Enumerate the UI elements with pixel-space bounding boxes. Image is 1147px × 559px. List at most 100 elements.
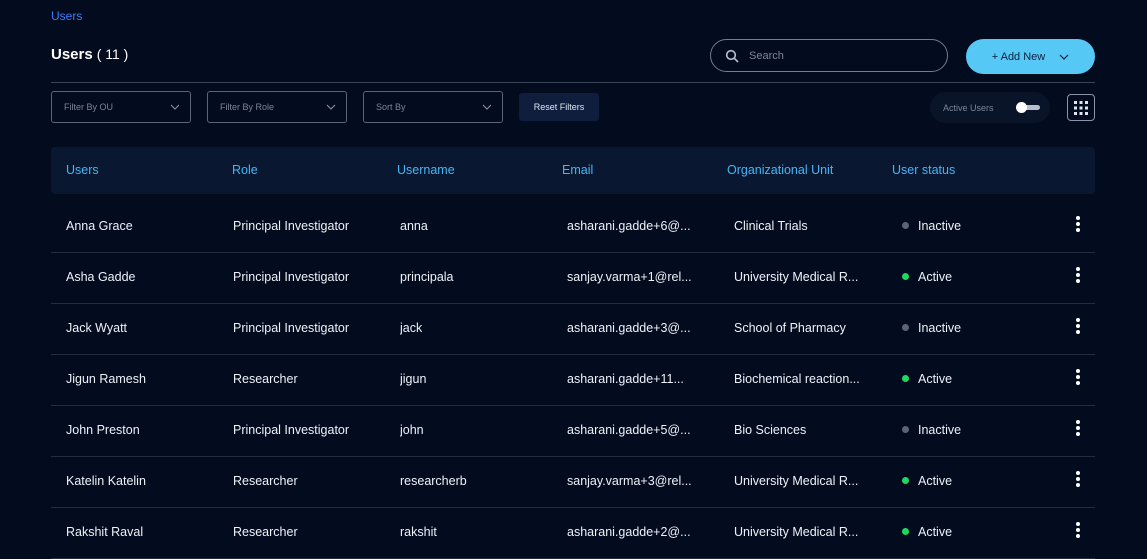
username-cell: principala xyxy=(400,270,454,284)
table-row[interactable]: Katelin Katelin Researcher researcherb sanj… xyxy=(51,457,1095,508)
username-cell: researcherb xyxy=(400,474,467,488)
status-dot-icon xyxy=(902,222,909,229)
email-cell: asharani.gadde+3@... xyxy=(567,321,691,335)
organizational-unit-cell: Biochemical reaction... xyxy=(734,372,860,386)
row-actions-kebab-icon[interactable] xyxy=(1074,267,1082,287)
user-name-cell: John Preston xyxy=(66,423,140,437)
status-cell: Active xyxy=(902,474,952,488)
row-actions-kebab-icon[interactable] xyxy=(1074,420,1082,440)
sort-by-select[interactable]: Sort By xyxy=(363,91,503,123)
switch-knob xyxy=(1016,102,1027,113)
column-header-email[interactable]: Email xyxy=(562,163,593,177)
status-dot-icon xyxy=(902,324,909,331)
status-cell: Inactive xyxy=(902,219,961,233)
username-cell: anna xyxy=(400,219,428,233)
filter-ou-label: Filter By OU xyxy=(64,102,114,112)
role-cell: Researcher xyxy=(233,372,298,386)
active-users-switch[interactable] xyxy=(1016,102,1040,113)
row-actions-kebab-icon[interactable] xyxy=(1074,471,1082,491)
role-cell: Principal Investigator xyxy=(233,321,350,335)
user-name-cell: Anna Grace xyxy=(66,219,133,233)
email-cell: sanjay.varma+1@rel... xyxy=(567,270,692,284)
filter-role-label: Filter By Role xyxy=(220,102,275,112)
filter-by-ou-select[interactable]: Filter By OU xyxy=(51,91,191,123)
page-title: Users( 11 ) xyxy=(51,46,128,63)
sort-by-label: Sort By xyxy=(376,102,406,112)
organizational-unit-cell: Bio Sciences xyxy=(734,423,807,437)
chevron-down-icon xyxy=(326,104,336,110)
organizational-unit-cell: University Medical R... xyxy=(734,525,859,539)
chevron-down-icon xyxy=(1059,54,1069,60)
role-cell: Researcher xyxy=(233,474,298,488)
add-new-button[interactable]: + Add New xyxy=(966,39,1095,74)
row-actions-kebab-icon[interactable] xyxy=(1074,318,1082,338)
organizational-unit-cell: School of Pharmacy xyxy=(734,321,846,335)
status-label: Active xyxy=(918,372,953,386)
status-label: Inactive xyxy=(918,321,962,335)
status-cell: Active xyxy=(902,270,952,284)
breadcrumb[interactable]: Users xyxy=(51,9,82,23)
column-header-users[interactable]: Users xyxy=(66,163,99,177)
user-name-cell: Rakshit Raval xyxy=(66,525,144,539)
add-new-label: + Add New xyxy=(991,50,1046,63)
user-name-cell: Katelin Katelin xyxy=(66,474,146,488)
search-input[interactable] xyxy=(747,48,941,63)
table-row[interactable]: Jack Wyatt Principal Investigator jack asha… xyxy=(51,304,1095,355)
active-users-label: Active Users xyxy=(943,102,994,113)
username-cell: jigun xyxy=(400,372,427,386)
active-users-toggle-group: Active Users xyxy=(930,92,1050,123)
column-header-role[interactable]: Role xyxy=(232,163,258,177)
user-name-cell: Jack Wyatt xyxy=(66,321,128,335)
username-cell: jack xyxy=(400,321,423,335)
column-header-user-status[interactable]: User status xyxy=(892,163,955,177)
email-cell: sanjay.varma+3@rel... xyxy=(567,474,692,488)
column-layout-button[interactable] xyxy=(1067,94,1095,121)
email-cell: asharani.gadde+6@... xyxy=(567,219,691,233)
role-cell: Principal Investigator xyxy=(233,270,350,284)
status-dot-icon xyxy=(902,477,909,484)
status-label: Inactive xyxy=(918,219,962,233)
status-label: Active xyxy=(918,270,953,284)
row-actions-kebab-icon[interactable] xyxy=(1074,522,1082,542)
organizational-unit-cell: University Medical R... xyxy=(734,270,859,284)
status-dot-icon xyxy=(902,273,909,280)
email-cell: asharani.gadde+11... xyxy=(567,372,684,386)
organizational-unit-cell: University Medical R... xyxy=(734,474,859,488)
user-count: ( 11 ) xyxy=(96,46,129,62)
search-icon xyxy=(725,49,739,62)
table-row[interactable]: Jigun Ramesh Researcher jigun asharani.gadd… xyxy=(51,355,1095,406)
role-cell: Principal Investigator xyxy=(233,423,350,437)
email-cell: asharani.gadde+5@... xyxy=(567,423,691,437)
table-row[interactable]: Anna Grace Principal Investigator anna asha… xyxy=(51,202,1095,253)
status-cell: Active xyxy=(902,525,952,539)
column-header-organizational-unit[interactable]: Organizational Unit xyxy=(727,163,833,177)
email-cell: asharani.gadde+2@... xyxy=(567,525,691,539)
table-row[interactable]: Rakshit Raval Researcher rakshit asharani.g… xyxy=(51,508,1095,559)
column-header-username[interactable]: Username xyxy=(397,163,455,177)
status-label: Active xyxy=(918,525,953,539)
status-dot-icon xyxy=(902,375,909,382)
header-divider xyxy=(51,82,1095,83)
organizational-unit-cell: Clinical Trials xyxy=(734,219,808,233)
reset-filters-button[interactable]: Reset Filters xyxy=(519,93,599,121)
role-cell: Principal Investigator xyxy=(233,219,350,233)
row-actions-kebab-icon[interactable] xyxy=(1074,216,1082,236)
user-name-cell: Asha Gadde xyxy=(66,270,136,284)
role-cell: Researcher xyxy=(233,525,298,539)
filter-by-role-select[interactable]: Filter By Role xyxy=(207,91,347,123)
status-cell: Active xyxy=(902,372,952,386)
table-row[interactable]: Asha Gadde Principal Investigator principa… xyxy=(51,253,1095,304)
status-dot-icon xyxy=(902,528,909,535)
user-name-cell: Jigun Ramesh xyxy=(66,372,146,386)
row-actions-kebab-icon[interactable] xyxy=(1074,369,1082,389)
status-cell: Inactive xyxy=(902,423,961,437)
status-cell: Inactive xyxy=(902,321,961,335)
username-cell: rakshit xyxy=(400,525,437,539)
status-label: Active xyxy=(918,474,953,488)
username-cell: john xyxy=(400,423,424,437)
status-dot-icon xyxy=(902,426,909,433)
table-row[interactable]: John Preston Principal Investigator john as… xyxy=(51,406,1095,457)
chevron-down-icon xyxy=(170,104,180,110)
page-title-text: Users xyxy=(51,46,93,63)
search-box[interactable] xyxy=(710,39,948,72)
